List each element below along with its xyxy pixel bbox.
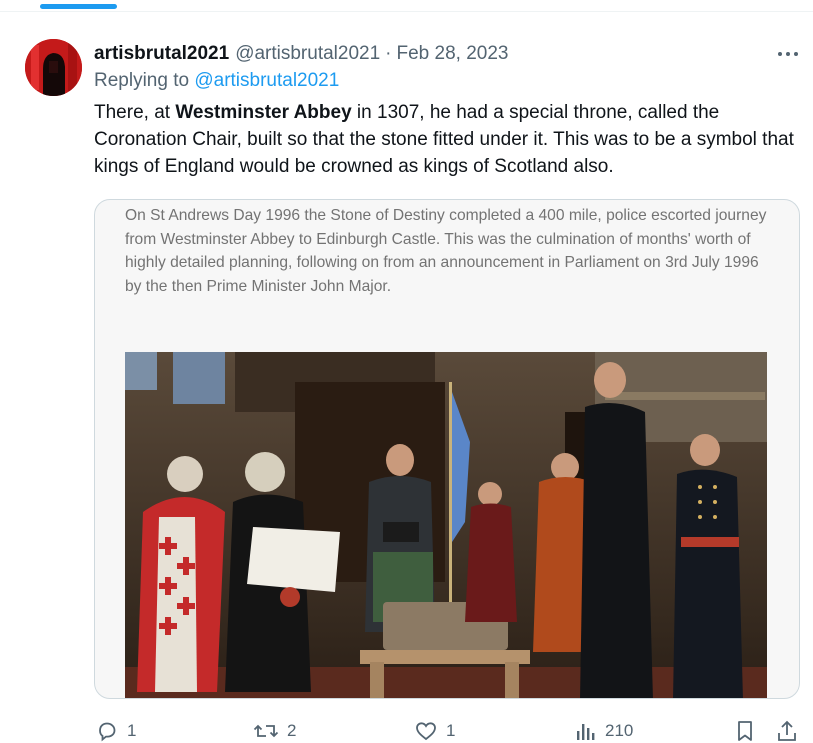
more-options-button[interactable]	[776, 44, 800, 64]
tweet-header: artisbrutal2021 @artisbrutal2021 · Feb 2…	[94, 42, 508, 66]
heart-icon	[416, 722, 436, 741]
tweet-text-start: There, at	[94, 102, 176, 123]
active-tab-indicator	[40, 4, 117, 9]
author-handle[interactable]: @artisbrutal2021	[235, 43, 380, 65]
tweet-date[interactable]: Feb 28, 2023	[397, 43, 509, 65]
like-button[interactable]: 1	[414, 716, 455, 743]
ceremony-photo	[125, 352, 767, 698]
views-button[interactable]: 210	[575, 716, 633, 743]
reply-count: 1	[127, 721, 137, 740]
tweet-actions: 1 2 1 210	[0, 716, 813, 743]
bookmark-icon	[738, 721, 752, 741]
share-button[interactable]	[776, 716, 798, 743]
reply-icon	[99, 722, 116, 742]
views-icon	[577, 724, 595, 740]
tweet-text-bold: Westminster Abbey	[175, 102, 352, 123]
reply-button[interactable]: 1	[95, 716, 136, 743]
like-count: 1	[446, 721, 456, 740]
replying-to: Replying to @artisbrutal2021	[94, 70, 339, 92]
avatar[interactable]	[25, 39, 82, 96]
avatar-image	[25, 39, 82, 96]
views-count: 210	[605, 721, 634, 740]
replying-to-link[interactable]: @artisbrutal2021	[194, 70, 339, 91]
replying-to-label: Replying to	[94, 70, 190, 91]
retweet-icon	[253, 724, 279, 738]
retweet-button[interactable]: 2	[253, 716, 296, 743]
retweet-count: 2	[287, 721, 297, 740]
share-icon	[778, 720, 796, 741]
tweet-text: There, at Westminster Abbey in 1307, he …	[94, 99, 799, 180]
more-horizontal-icon	[778, 52, 782, 56]
bookmark-button[interactable]	[734, 716, 756, 743]
media-caption-text: On St Andrews Day 1996 the Stone of Dest…	[125, 207, 767, 295]
media-image[interactable]: On St Andrews Day 1996 the Stone of Dest…	[94, 199, 800, 699]
top-tab-bar	[0, 0, 813, 12]
separator-dot: ·	[385, 43, 392, 64]
tweet[interactable]: artisbrutal2021 @artisbrutal2021 · Feb 2…	[0, 12, 813, 743]
ceremony-photo-drawing	[125, 352, 767, 698]
author-name[interactable]: artisbrutal2021	[94, 43, 229, 65]
